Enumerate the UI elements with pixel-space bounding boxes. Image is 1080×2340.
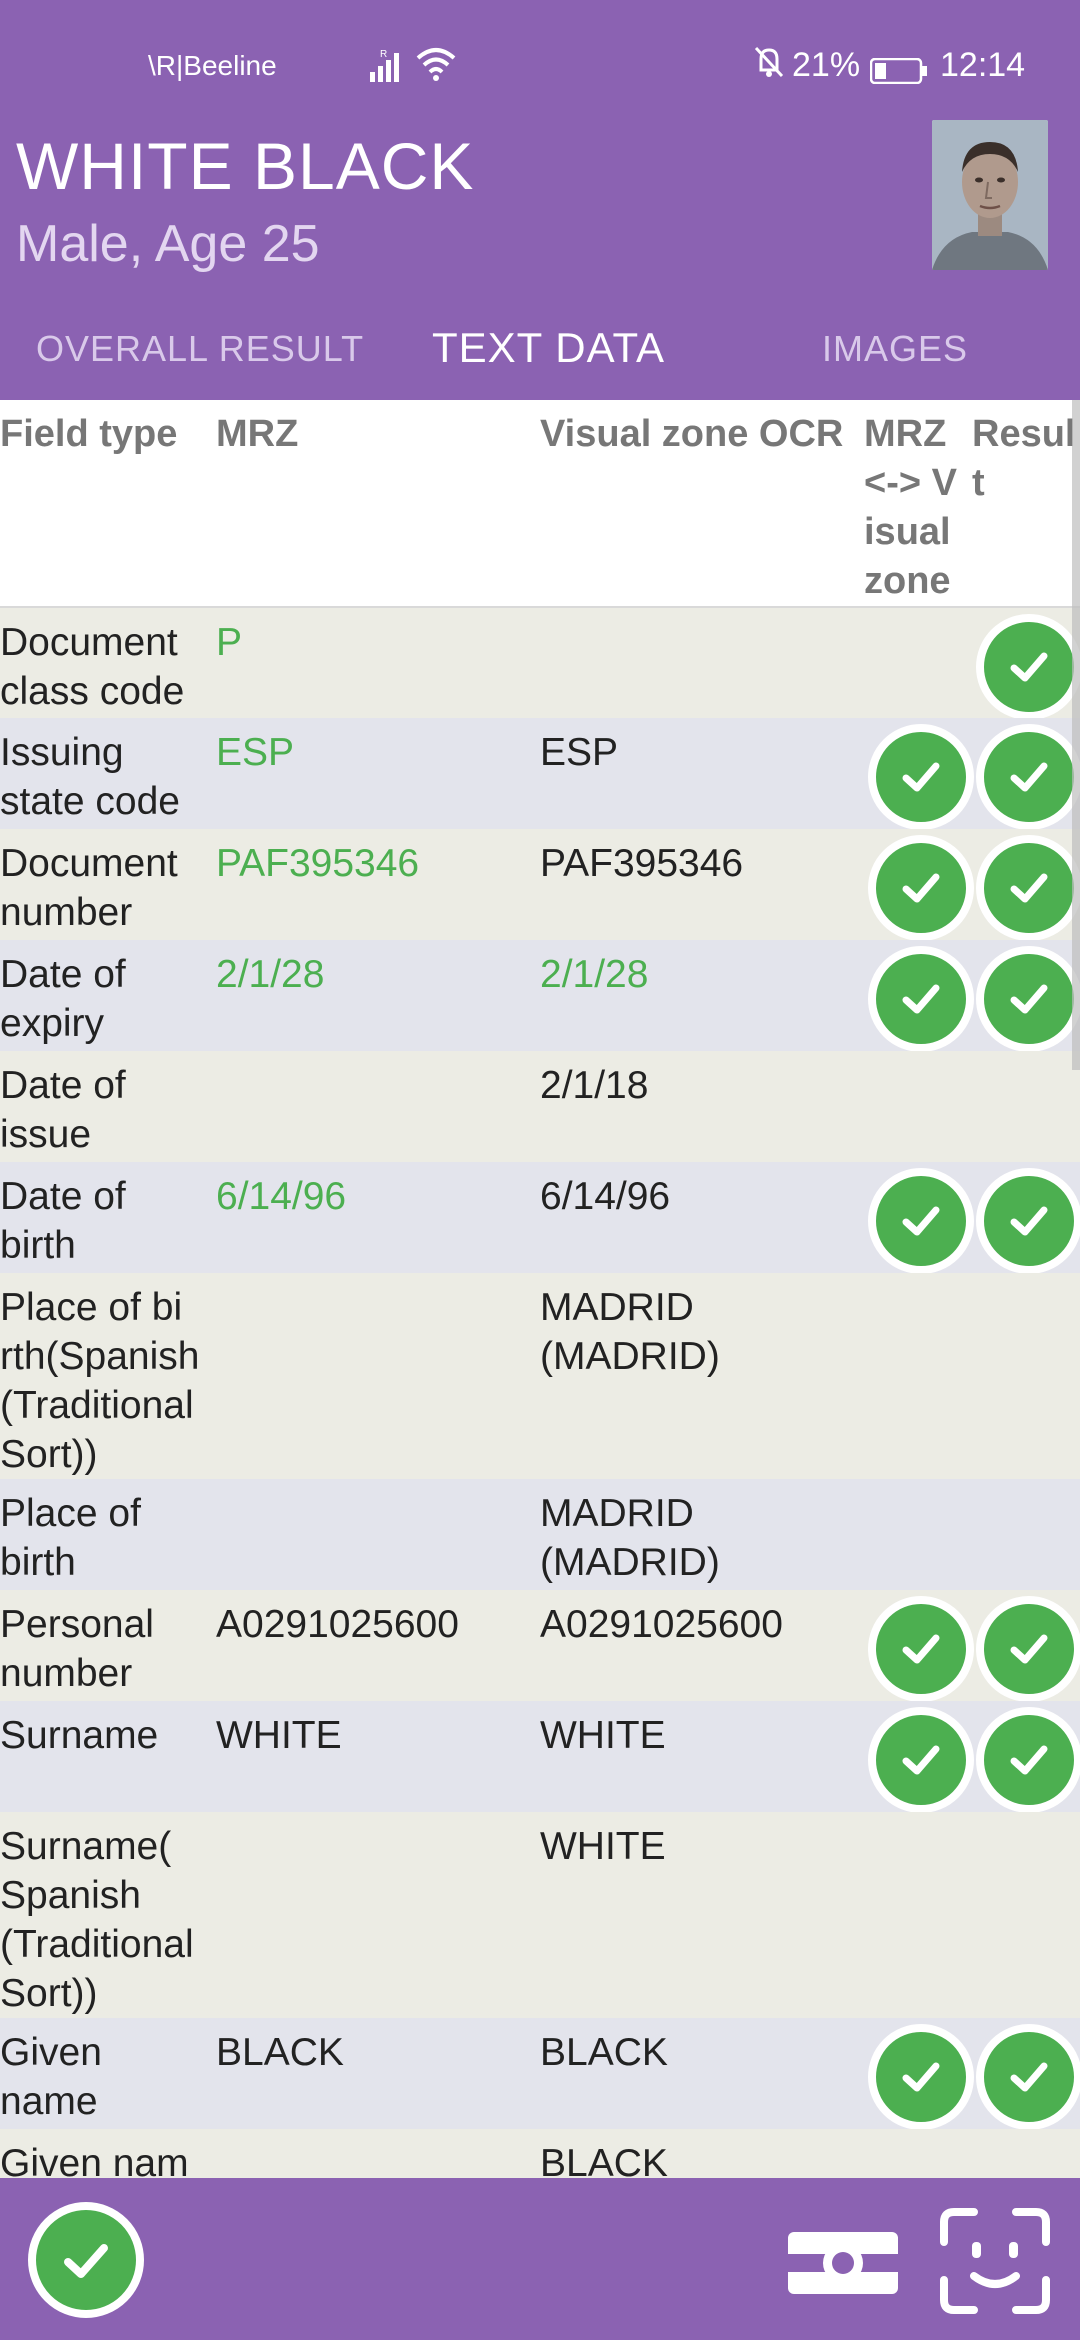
field-type-cell: Date of birth (0, 1175, 126, 1267)
field-type-cell: Document class code (0, 621, 185, 713)
field-type-cell: Personal number (0, 1603, 154, 1695)
battery-percent: 21% (792, 46, 861, 84)
compare-check-icon (868, 835, 974, 941)
field-type-cell: Surname (0, 1714, 159, 1757)
table-row[interactable]: Date of birth 6/14/96 6/14/96 (0, 1162, 1080, 1274)
result-check-icon (976, 1168, 1080, 1274)
visual-zone-value-cell: WHITE (540, 1825, 666, 1868)
column-header-field-type: Field type (0, 413, 178, 455)
table-row[interactable]: Document class code P (0, 608, 1080, 720)
holder-subtitle: Male, Age 25 (16, 215, 320, 273)
visual-zone-value-cell: MADRID (MADRID) (540, 1492, 720, 1584)
portrait-photo[interactable] (932, 120, 1048, 270)
tab-images[interactable]: IMAGES (822, 328, 968, 370)
column-header-result: Resul t (972, 413, 1076, 504)
scrollbar[interactable] (1072, 400, 1080, 1070)
battery-icon (869, 54, 928, 93)
field-type-cell: Date of issue (0, 1064, 126, 1156)
mrz-value-cell: A0291025600 (216, 1603, 459, 1646)
visual-zone-value-cell: PAF395346 (540, 842, 744, 885)
table-row[interactable]: Date of issue 2/1/18 (0, 1051, 1080, 1162)
app-header: \R|Beeline R 21% 12:14 WHITE BLACK Male,… (0, 0, 1080, 400)
visual-zone-value-cell: WHITE (540, 1714, 666, 1757)
result-check-icon (976, 946, 1080, 1052)
table-row[interactable]: Given name BLACK BLACK (0, 2018, 1080, 2130)
field-type-cell: Issuing state code (0, 731, 180, 823)
tab-overall-result[interactable]: OVERALL RESULT (36, 328, 364, 370)
table-row[interactable]: Surname WHITE WHITE (0, 1701, 1080, 1813)
clock: 12:14 (940, 46, 1026, 84)
compare-check-icon (868, 946, 974, 1052)
table-row[interactable]: Personal number A0291025600 A0291025600 (0, 1590, 1080, 1702)
visual-zone-value-cell: BLACK (540, 2142, 668, 2178)
visual-zone-value-cell: MADRID (MADRID) (540, 1286, 720, 1378)
result-check-icon (976, 2024, 1080, 2130)
tab-text-data[interactable]: TEXT DATA (432, 324, 665, 372)
compare-check-icon (868, 724, 974, 830)
visual-zone-value-cell: BLACK (540, 2031, 668, 2074)
table-row[interactable]: Place of bi rth(Spanish (Traditional Sor… (0, 1273, 1080, 1479)
compare-check-icon (868, 1596, 974, 1702)
mrz-value-cell: 2/1/28 (216, 953, 325, 996)
field-type-cell: Surname( Spanish (Traditional Sort)) (0, 1825, 194, 2015)
text-data-table[interactable]: Field type MRZ Visual zone OCR MRZ <-> V… (0, 400, 1080, 2178)
column-header-mrz-vs-visual: MRZ <-> V isual zone (864, 413, 957, 602)
table-row[interactable]: Date of expiry 2/1/28 2/1/28 (0, 940, 1080, 1052)
visual-zone-value-cell: 2/1/28 (540, 953, 649, 996)
field-type-cell: Place of birth (0, 1492, 141, 1584)
compare-check-icon (868, 1707, 974, 1813)
signal-icon: R (370, 48, 406, 91)
mrz-value-cell: BLACK (216, 2031, 344, 2074)
mrz-value-cell: PAF395346 (216, 842, 420, 885)
field-type-cell: Document number (0, 842, 178, 934)
table-header: Field type MRZ Visual zone OCR MRZ <-> V… (0, 400, 1080, 608)
visual-zone-value-cell: A0291025600 (540, 1603, 783, 1646)
result-check-icon (976, 614, 1080, 720)
carrier-label: \R|Beeline (148, 50, 277, 81)
column-header-mrz: MRZ (216, 413, 299, 455)
mrz-value-cell: ESP (216, 731, 295, 774)
table-row[interactable]: Place of birth MADRID (MADRID) (0, 1479, 1080, 1590)
visual-zone-value-cell: 6/14/96 (540, 1175, 671, 1218)
result-check-icon (976, 835, 1080, 941)
field-type-cell: Given nam (0, 2142, 189, 2178)
compare-check-icon (868, 1168, 974, 1274)
field-type-cell: Place of bi rth(Spanish (Traditional Sor… (0, 1286, 200, 1476)
table-row[interactable]: Issuing state code ESP ESP (0, 718, 1080, 830)
tab-bar: OVERALL RESULT TEXT DATA IMAGES (0, 300, 1080, 400)
camera-icon[interactable] (788, 2224, 898, 2299)
mrz-value-cell: WHITE (216, 1714, 342, 1757)
visual-zone-value-cell: 2/1/18 (540, 1064, 649, 1107)
compare-check-icon (868, 2024, 974, 2130)
holder-name: WHITE BLACK (16, 129, 475, 203)
table-row[interactable]: Document number PAF395346 PAF395346 (0, 829, 1080, 941)
wifi-icon (416, 46, 456, 91)
table-row[interactable]: Surname( Spanish (Traditional Sort)) WHIT… (0, 1812, 1080, 2018)
result-check-icon (976, 1596, 1080, 1702)
notifications-off-icon (752, 44, 786, 89)
status-bar: \R|Beeline R 21% 12:14 (0, 44, 1080, 88)
table-row[interactable]: Given nam BLACK (0, 2129, 1080, 2178)
check-icon[interactable] (28, 2202, 144, 2318)
result-check-icon (976, 724, 1080, 830)
bottom-bar (0, 2178, 1080, 2340)
mrz-value-cell: P (216, 621, 243, 664)
visual-zone-value-cell: ESP (540, 731, 619, 774)
field-type-cell: Given name (0, 2031, 102, 2123)
result-check-icon (976, 1707, 1080, 1813)
mrz-value-cell: 6/14/96 (216, 1175, 347, 1218)
svg-text:R: R (380, 49, 387, 60)
column-header-visual-zone-ocr: Visual zone OCR (540, 413, 844, 455)
face-scan-icon[interactable] (940, 2208, 1050, 2319)
field-type-cell: Date of expiry (0, 953, 126, 1045)
